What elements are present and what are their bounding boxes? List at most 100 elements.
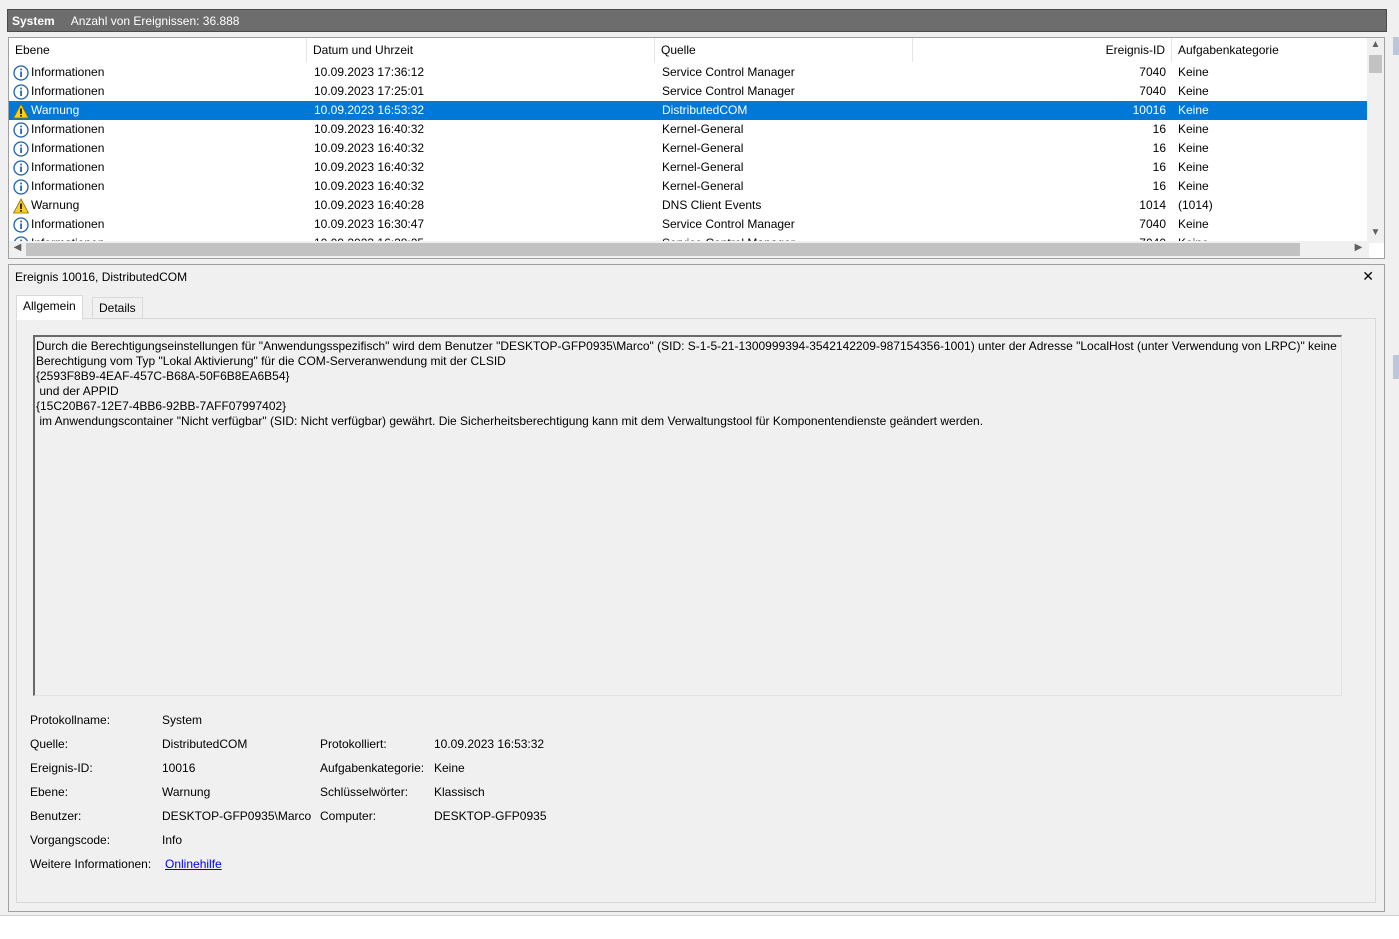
event-id-cell: 16 (1152, 141, 1166, 155)
date-cell: 10.09.2023 16:40:32 (314, 179, 425, 193)
warning-icon (13, 197, 30, 214)
prop-value-vorgangscode: Info (162, 833, 183, 847)
bottom-window-strip (0, 915, 1399, 939)
level-text: Informationen (31, 84, 105, 98)
level-text: Informationen (31, 65, 105, 79)
table-row[interactable]: Informationen 10.09.2023 17:25:01 Service … (9, 82, 1367, 101)
prop-value-protokollname: System (162, 713, 203, 727)
level-cell: Informationen (13, 63, 303, 82)
event-id-cell: 7040 (1139, 84, 1166, 98)
table-row[interactable]: Informationen 10.09.2023 16:40:32 Kernel-G… (9, 120, 1367, 139)
prop-label-protokollname: Protokollname: (30, 713, 111, 727)
table-row[interactable]: Informationen 10.09.2023 16:30:47 Service … (9, 215, 1367, 234)
category-cell: Keine (1178, 122, 1209, 136)
event-id-cell: 7040 (1139, 217, 1166, 231)
source-cell: Kernel-General (662, 179, 744, 193)
prop-value-benutzer: DESKTOP-GFP0935\Marco (162, 809, 312, 823)
table-row[interactable]: Informationen 10.09.2023 16:40:32 Kernel-G… (9, 139, 1367, 158)
category-cell: Keine (1178, 141, 1209, 155)
horizontal-scrollbar[interactable]: ◀ ▶ (9, 241, 1369, 258)
level-cell: Informationen (13, 158, 303, 177)
scroll-down-icon[interactable]: ▼ (1367, 227, 1384, 238)
source-cell: DNS Client Events (662, 198, 762, 212)
category-cell: Keine (1178, 103, 1209, 117)
source-cell: Kernel-General (662, 160, 744, 174)
event-list-header: Ebene Datum und Uhrzeit Quelle Ereignis-… (9, 38, 1367, 62)
source-cell: Service Control Manager (662, 65, 795, 79)
source-cell: Kernel-General (662, 122, 744, 136)
prop-label-protokolliert: Protokolliert: (320, 737, 387, 751)
event-list[interactable]: Ebene Datum und Uhrzeit Quelle Ereignis-… (8, 37, 1385, 259)
prop-label-ebene: Ebene: (30, 785, 69, 799)
date-cell: 10.09.2023 16:40:32 (314, 141, 425, 155)
prop-label-vorgangscode: Vorgangscode: (30, 833, 111, 847)
info-icon (13, 159, 29, 176)
info-icon (13, 121, 29, 138)
prop-value-schluesselwoerter: Klassisch (434, 785, 485, 799)
level-text: Informationen (31, 179, 105, 193)
date-cell: 10.09.2023 16:53:32 (314, 103, 425, 117)
scrollbar-thumb[interactable] (1369, 55, 1382, 73)
date-cell: 10.09.2023 17:36:12 (314, 65, 425, 79)
log-header-bar: System Anzahl von Ereignissen: 36.888 (7, 9, 1387, 32)
onlinehilfe-link[interactable]: Onlinehilfe (165, 857, 222, 871)
table-row[interactable]: Informationen 10.09.2023 16:40:32 Kernel-G… (9, 158, 1367, 177)
source-cell: Service Control Manager (662, 217, 795, 231)
level-text: Informationen (31, 160, 105, 174)
prop-value-aufgabenkategorie: Keine (434, 761, 465, 775)
hscrollbar-thumb[interactable] (26, 243, 1300, 256)
prop-value-quelle: DistributedCOM (162, 737, 248, 751)
category-cell: (1014) (1178, 198, 1213, 212)
scroll-right-icon[interactable]: ▶ (1350, 242, 1367, 253)
column-header-category[interactable]: Aufgabenkategorie (1172, 38, 1367, 62)
prop-label-weitere-informationen: Weitere Informationen: (30, 857, 152, 871)
level-text: Informationen (31, 122, 105, 136)
event-message[interactable]: Durch die Berechtigungseinstellungen für… (33, 335, 1342, 696)
date-cell: 10.09.2023 16:40:32 (314, 160, 425, 174)
event-id-cell: 16 (1152, 122, 1166, 136)
prop-label-computer: Computer: (320, 809, 377, 823)
event-count: Anzahl von Ereignissen: 36.888 (70, 13, 240, 28)
event-id-cell: 7040 (1139, 65, 1166, 79)
prop-label-schluesselwoerter: Schlüsselwörter: (320, 785, 409, 799)
source-cell: DistributedCOM (662, 103, 748, 117)
window-top-strip (0, 0, 1399, 8)
detail-title: Ereignis 10016, DistributedCOM (15, 270, 188, 284)
table-row[interactable]: Warnung 10.09.2023 16:40:28 DNS Client Eve… (9, 196, 1367, 215)
table-row[interactable]: Informationen 10.09.2023 16:40:32 Kernel-G… (9, 177, 1367, 196)
scroll-left-icon[interactable]: ◀ (9, 242, 26, 253)
level-cell: Informationen (13, 177, 303, 196)
tab-allgemein[interactable]: Allgemein (16, 295, 83, 320)
event-id-cell: 1014 (1139, 198, 1166, 212)
prop-label-benutzer: Benutzer: (30, 809, 82, 823)
level-cell: Warnung (13, 196, 303, 215)
event-detail-panel: Ereignis 10016, DistributedCOM ✕ Allgeme… (8, 264, 1385, 912)
tab-details[interactable]: Details (92, 297, 143, 319)
column-header-source[interactable]: Quelle (655, 38, 913, 62)
prop-value-protokolliert: 10.09.2023 16:53:32 (434, 737, 545, 751)
scroll-up-icon[interactable]: ▲ (1367, 39, 1384, 50)
level-text: Informationen (31, 217, 105, 231)
event-id-cell: 16 (1152, 160, 1166, 174)
category-cell: Keine (1178, 65, 1209, 79)
date-cell: 10.09.2023 16:40:28 (314, 198, 425, 212)
column-header-level[interactable]: Ebene (9, 38, 307, 62)
level-cell: Informationen (13, 82, 303, 101)
info-icon (13, 83, 29, 100)
column-header-date[interactable]: Datum und Uhrzeit (307, 38, 655, 62)
date-cell: 10.09.2023 17:25:01 (314, 84, 425, 98)
source-cell: Kernel-General (662, 141, 744, 155)
level-cell: Informationen (13, 120, 303, 139)
vertical-scrollbar[interactable]: ▲ ▼ (1367, 38, 1384, 243)
table-row[interactable]: Informationen 10.09.2023 17:36:12 Service … (9, 63, 1367, 82)
column-header-event-id[interactable]: Ereignis-ID (913, 38, 1172, 62)
prop-label-aufgabenkategorie: Aufgabenkategorie: (320, 761, 425, 775)
close-icon[interactable]: ✕ (1362, 268, 1374, 285)
level-cell: Informationen (13, 215, 303, 234)
info-icon (13, 140, 29, 157)
event-id-cell: 10016 (1132, 103, 1166, 117)
tab-content-allgemein: Durch die Berechtigungseinstellungen für… (16, 318, 1376, 903)
level-text: Warnung (31, 103, 80, 117)
info-icon (13, 64, 29, 81)
table-row[interactable]: Warnung 10.09.2023 16:53:32 DistributedCOM… (9, 101, 1367, 120)
